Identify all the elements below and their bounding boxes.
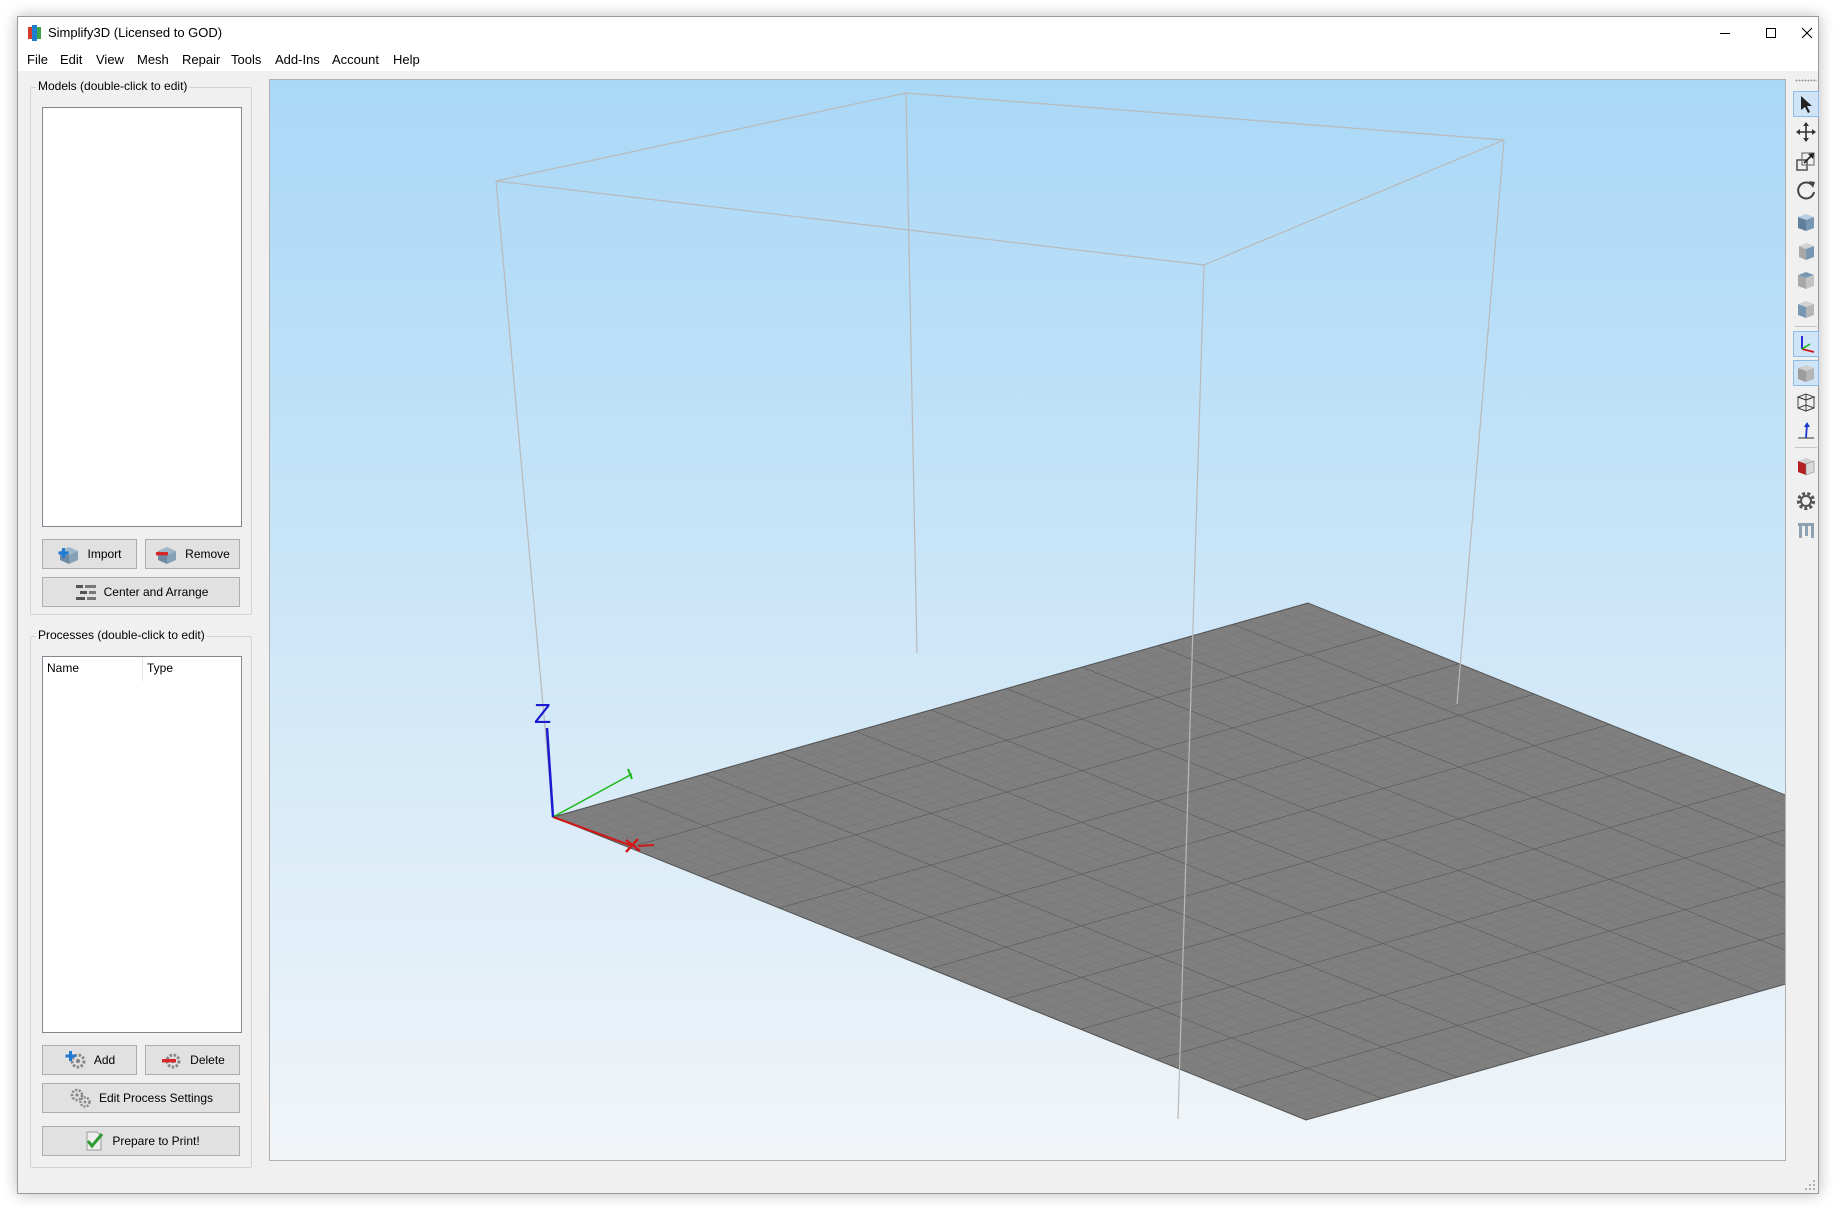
remove-button[interactable]: Remove <box>145 539 240 569</box>
delete-gear-icon <box>162 1053 181 1069</box>
select-icon <box>1801 96 1812 113</box>
view-front-button[interactable] <box>1793 238 1819 264</box>
prepare-to-print-button[interactable]: Prepare to Print! <box>42 1126 240 1156</box>
gear-icon <box>1796 491 1816 511</box>
processes-group-title: Processes (double-click to edit) <box>36 628 207 642</box>
menu-tools[interactable]: Tools <box>231 52 261 67</box>
move-icon <box>1796 122 1816 142</box>
settings-button[interactable] <box>1793 488 1819 514</box>
menu-add-ins[interactable]: Add-Ins <box>275 52 320 67</box>
gears-icon <box>70 1088 91 1108</box>
models-group: Models (double-click to edit) Import Rem… <box>30 79 252 615</box>
delete-process-button[interactable]: Delete <box>145 1045 240 1075</box>
processes-list[interactable]: Name Type <box>42 656 242 1033</box>
minimize-button[interactable] <box>1702 17 1748 49</box>
models-group-title: Models (double-click to edit) <box>36 79 190 93</box>
menu-help[interactable]: Help <box>393 52 420 67</box>
delete-process-label: Delete <box>190 1053 225 1067</box>
edit-process-settings-label: Edit Process Settings <box>98 1091 214 1105</box>
wireframe-view-button[interactable] <box>1793 389 1819 415</box>
view-iso-button[interactable] <box>1793 209 1819 235</box>
toolbar-grip[interactable] <box>1795 79 1817 82</box>
scale-tool-button[interactable] <box>1793 148 1819 174</box>
view-toolbar <box>1792 75 1820 1195</box>
show-normals-button[interactable] <box>1793 418 1819 444</box>
z-axis-label: Z <box>534 698 551 729</box>
import-label: Import <box>87 547 122 561</box>
select-tool-button[interactable] <box>1793 91 1819 117</box>
move-tool-button[interactable] <box>1793 119 1819 145</box>
column-header-type[interactable]: Type <box>143 657 241 681</box>
main-window: Simplify3D (Licensed to GOD) File Edit V… <box>17 16 1819 1194</box>
menu-repair[interactable]: Repair <box>182 52 220 67</box>
add-process-button[interactable]: Add <box>42 1045 137 1075</box>
maximize-icon <box>1766 28 1776 38</box>
view-top-button[interactable] <box>1793 267 1819 293</box>
solid-view-button[interactable] <box>1793 360 1819 386</box>
resize-grip-icon[interactable] <box>1804 1179 1816 1191</box>
import-icon <box>58 547 79 564</box>
rotate-tool-button[interactable] <box>1793 177 1819 203</box>
checkmark-document-icon <box>86 1131 104 1151</box>
window-title: Simplify3D (Licensed to GOD) <box>48 25 223 40</box>
view-side-button[interactable] <box>1793 296 1819 322</box>
view-iso-cube-icon <box>1798 214 1814 231</box>
menu-edit[interactable]: Edit <box>60 52 82 67</box>
edit-process-settings-button[interactable]: Edit Process Settings <box>42 1083 240 1113</box>
normals-icon <box>1798 422 1814 439</box>
processes-group: Processes (double-click to edit) Name Ty… <box>30 628 252 1168</box>
add-gear-icon <box>65 1051 86 1069</box>
rotate-icon <box>1797 181 1815 200</box>
view-front-cube-icon <box>1799 243 1814 260</box>
remove-icon <box>156 547 177 564</box>
axes-icon <box>1801 336 1815 353</box>
menu-file[interactable]: File <box>27 52 48 67</box>
supports-button[interactable] <box>1793 517 1819 543</box>
menu-mesh[interactable]: Mesh <box>137 52 169 67</box>
show-axes-button[interactable] <box>1793 331 1819 357</box>
close-icon <box>1801 27 1813 39</box>
toolbar-separator <box>1795 447 1817 448</box>
status-bar <box>18 1173 1818 1193</box>
solid-cube-icon <box>1798 365 1814 382</box>
scale-icon <box>1796 152 1815 171</box>
cross-section-button[interactable] <box>1793 453 1819 479</box>
wireframe-cube-icon <box>1796 393 1816 412</box>
import-button[interactable]: Import <box>42 539 137 569</box>
arrange-icon <box>75 585 96 600</box>
remove-label: Remove <box>185 547 230 561</box>
title-bar: Simplify3D (Licensed to GOD) <box>18 17 1818 49</box>
column-header-name[interactable]: Name <box>43 657 143 681</box>
minimize-icon <box>1720 33 1730 34</box>
viewport-canvas[interactable]: Z <box>270 80 1785 1160</box>
close-button[interactable] <box>1794 17 1820 49</box>
3d-viewport[interactable]: Z <box>269 79 1786 1161</box>
app-logo-icon <box>28 25 41 41</box>
center-and-arrange-label: Center and Arrange <box>103 585 209 599</box>
prepare-to-print-label: Prepare to Print! <box>112 1134 200 1148</box>
toolbar-separator <box>1795 326 1817 327</box>
menu-view[interactable]: View <box>96 52 124 67</box>
maximize-button[interactable] <box>1748 17 1794 49</box>
menu-account[interactable]: Account <box>332 52 379 67</box>
view-side-cube-icon <box>1798 301 1814 318</box>
add-process-label: Add <box>93 1053 116 1067</box>
cross-section-icon <box>1798 458 1815 476</box>
menu-bar: File Edit View Mesh Repair Tools Add-Ins… <box>18 49 1818 71</box>
view-top-cube-icon <box>1798 272 1814 289</box>
models-list[interactable] <box>42 107 242 527</box>
center-and-arrange-button[interactable]: Center and Arrange <box>42 577 240 607</box>
supports-icon <box>1798 523 1814 538</box>
